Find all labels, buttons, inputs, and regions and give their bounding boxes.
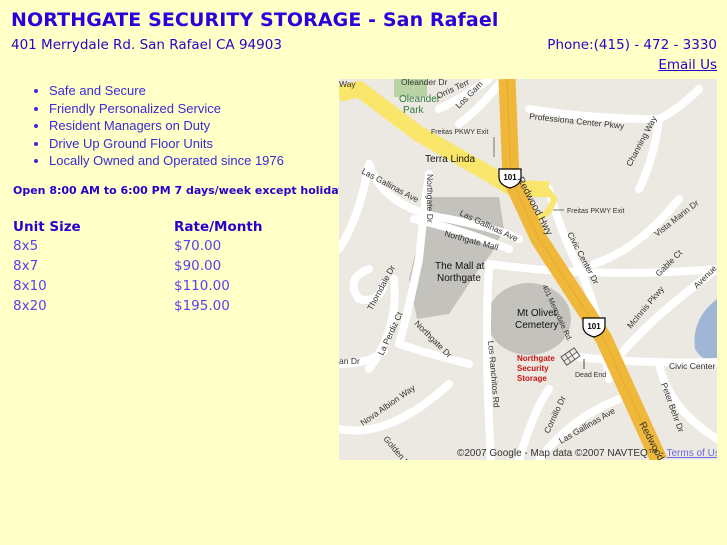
table-row: 8x7 $90.00 bbox=[13, 256, 262, 276]
rate-cell: $90.00 bbox=[174, 258, 222, 274]
map-label: Freitas PKWY Exit bbox=[567, 208, 624, 215]
shield-label: 101 bbox=[587, 322, 601, 331]
map-label: Northgate Dr bbox=[425, 174, 435, 223]
map-label: Dead End bbox=[575, 372, 606, 379]
table-row: 8x10 $110.00 bbox=[13, 276, 262, 296]
map-label: an Dr bbox=[339, 356, 360, 366]
rate-cell: $195.00 bbox=[174, 298, 230, 314]
map-label: Northgate bbox=[437, 273, 481, 284]
feature-item: Safe and Secure bbox=[49, 82, 284, 100]
business-label: Storage bbox=[517, 374, 547, 383]
business-label: Northgate bbox=[517, 354, 555, 363]
unit-size-cell: 8x7 bbox=[13, 258, 39, 274]
hours-text: Open 8:00 AM to 6:00 PM 7 days/week exce… bbox=[13, 184, 353, 197]
terms-of-use-link[interactable]: Terms of Use bbox=[666, 448, 717, 459]
header-unit-size: Unit Size bbox=[13, 218, 81, 235]
road-nova-albion bbox=[339, 380, 453, 435]
header-rate-month: Rate/Month bbox=[174, 218, 263, 235]
map-label: Cemetery bbox=[515, 320, 558, 331]
table-header-row: Unit Size Rate/Month bbox=[13, 217, 262, 236]
water-area bbox=[694, 299, 717, 361]
map-label: Civic Center Dr bbox=[669, 361, 717, 371]
map-label: Mt Olivet bbox=[517, 308, 557, 319]
copyright-text: ©2007 Google - Map data ©2007 NAVTEQ™ - bbox=[457, 448, 667, 459]
table-row: 8x5 $70.00 bbox=[13, 236, 262, 256]
page-title: NORTHGATE SECURITY STORAGE - San Rafael bbox=[11, 9, 499, 31]
map-label: Way bbox=[339, 79, 356, 89]
feature-item: Resident Managers on Duty bbox=[49, 117, 284, 135]
feature-item: Locally Owned and Operated since 1976 bbox=[49, 152, 284, 170]
feature-item: Drive Up Ground Floor Units bbox=[49, 135, 284, 153]
map-label: Oleander bbox=[399, 94, 441, 105]
email-us-link[interactable]: Email Us bbox=[658, 57, 717, 73]
map-copyright: ©2007 Google - Map data ©2007 NAVTEQ™ - … bbox=[457, 448, 717, 459]
map-label: Oleander Dr bbox=[401, 79, 447, 87]
unit-size-cell: 8x10 bbox=[13, 278, 47, 294]
table-row: 8x20 $195.00 bbox=[13, 296, 262, 316]
address: 401 Merrydale Rd. San Rafael CA 94903 bbox=[11, 37, 282, 53]
rate-cell: $70.00 bbox=[174, 238, 222, 254]
feature-item: Friendly Personalized Service bbox=[49, 100, 284, 118]
unit-size-cell: 8x20 bbox=[13, 298, 47, 314]
features-list: Safe and Secure Friendly Personalized Se… bbox=[31, 82, 284, 170]
map-label: Park bbox=[403, 105, 425, 116]
road-cross bbox=[485, 260, 717, 277]
rates-table: Unit Size Rate/Month 8x5 $70.00 8x7 $90.… bbox=[13, 217, 262, 316]
map-label: Golden H bbox=[381, 434, 412, 460]
map-label: Freitas PKWY Exit bbox=[431, 129, 488, 136]
map-label: The Mall at bbox=[435, 261, 485, 272]
rate-cell: $110.00 bbox=[174, 278, 230, 294]
location-map[interactable]: 101 101 Oleander Dr Oleander Park Orris … bbox=[339, 79, 717, 460]
business-label: Security bbox=[517, 364, 549, 373]
unit-size-cell: 8x5 bbox=[13, 238, 39, 254]
map-label: Terra Linda bbox=[425, 154, 475, 165]
phone: Phone:(415) - 472 - 3330 bbox=[547, 37, 717, 53]
